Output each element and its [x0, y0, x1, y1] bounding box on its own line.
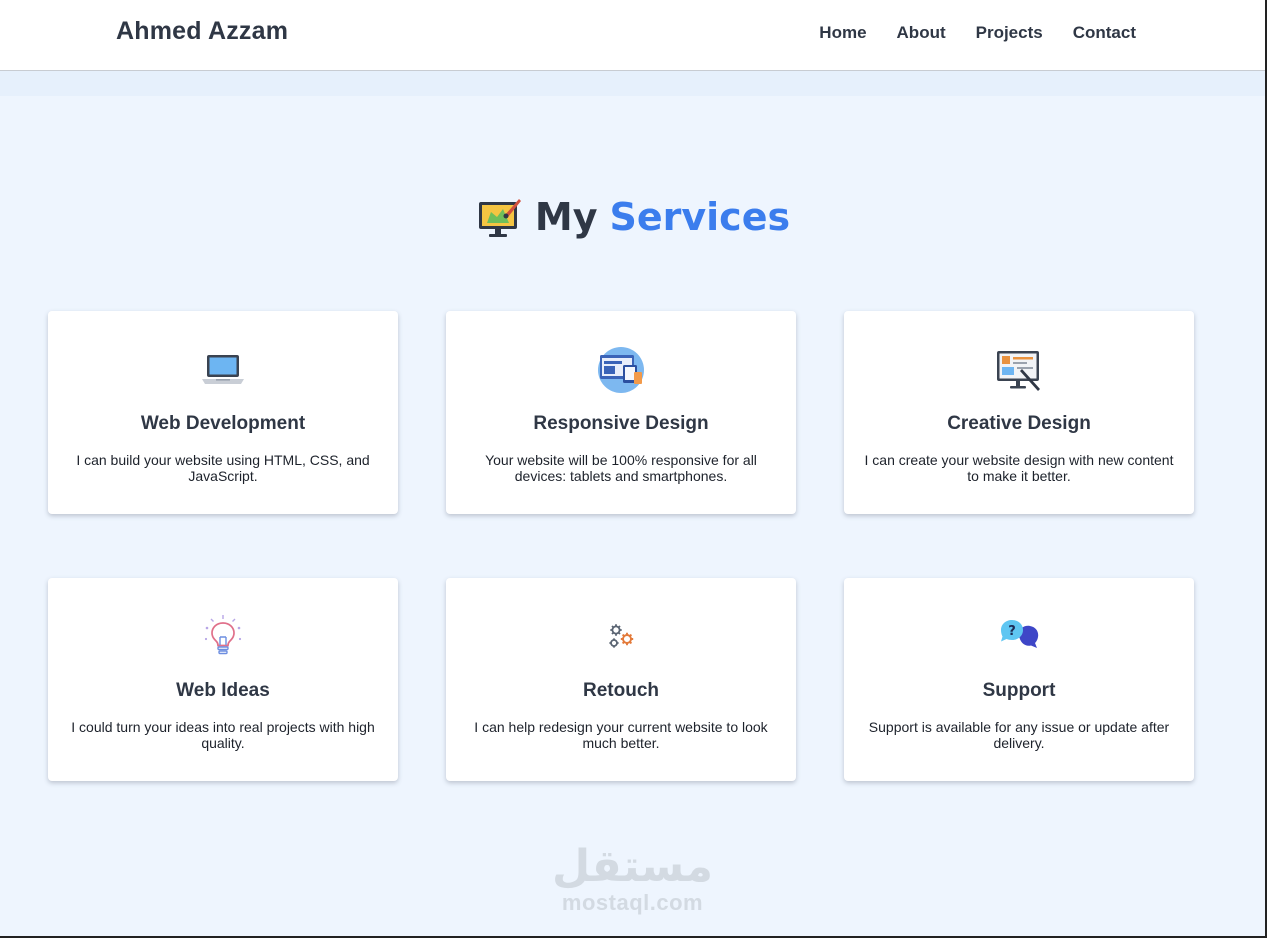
- service-title: Creative Design: [947, 413, 1091, 434]
- watermark-latin: mostaql.com: [561, 890, 704, 915]
- nav-about-link[interactable]: About: [897, 23, 946, 43]
- svg-text:?: ?: [1008, 624, 1016, 639]
- service-card-web-development: Web Development I can build your website…: [48, 311, 398, 514]
- nav-projects-link[interactable]: Projects: [976, 23, 1043, 43]
- nav-links: Home About Projects Contact: [819, 23, 1136, 43]
- service-card-responsive-design: Responsive Design Your website will be 1…: [446, 311, 796, 514]
- header-band: [0, 71, 1265, 96]
- service-title: Web Development: [140, 413, 306, 434]
- watermark: مستقل mostaql.com: [0, 843, 1265, 915]
- lightbulb-icon: [204, 615, 242, 655]
- chat-support-icon: ?: [1001, 620, 1039, 648]
- section-title-main: My: [534, 195, 598, 239]
- design-board-icon: [997, 351, 1040, 391]
- nav-contact-link[interactable]: Contact: [1073, 23, 1136, 43]
- service-card-creative-design: Creative Design I can create your websit…: [844, 311, 1194, 514]
- gears-icon: [609, 624, 634, 648]
- nav-home-link[interactable]: Home: [819, 23, 866, 43]
- service-card-support: ? Support Support is available for any i…: [844, 578, 1194, 781]
- service-desc: Your website will be 100% responsive for…: [485, 452, 757, 484]
- monitor-paint-icon: [478, 199, 521, 237]
- service-card-retouch: Retouch I can help redesign your current…: [446, 578, 796, 781]
- service-title: Support: [982, 680, 1056, 701]
- watermark-arabic: مستقل: [552, 841, 713, 892]
- service-card-web-ideas: Web Ideas I could turn your ideas into r…: [48, 578, 398, 781]
- laptop-icon: [202, 355, 244, 384]
- service-title: Retouch: [583, 680, 659, 701]
- responsive-devices-icon: [598, 347, 644, 393]
- section-title-accent: Services: [609, 195, 791, 239]
- navbar: Ahmed Azzam Home About Projects Contact: [0, 0, 1265, 71]
- brand-logo-text[interactable]: Ahmed Azzam: [116, 17, 288, 46]
- service-desc: Support is available for any issue or up…: [868, 719, 1170, 751]
- service-desc: I could turn your ideas into real projec…: [71, 719, 375, 751]
- service-title: Web Ideas: [176, 680, 270, 701]
- service-desc: I can build your website using HTML, CSS…: [76, 452, 370, 484]
- service-title: Responsive Design: [533, 413, 709, 434]
- service-desc: I can help redesign your current website…: [474, 719, 768, 751]
- section-title: My Services: [0, 193, 1265, 241]
- service-desc: I can create your website design with ne…: [864, 452, 1174, 484]
